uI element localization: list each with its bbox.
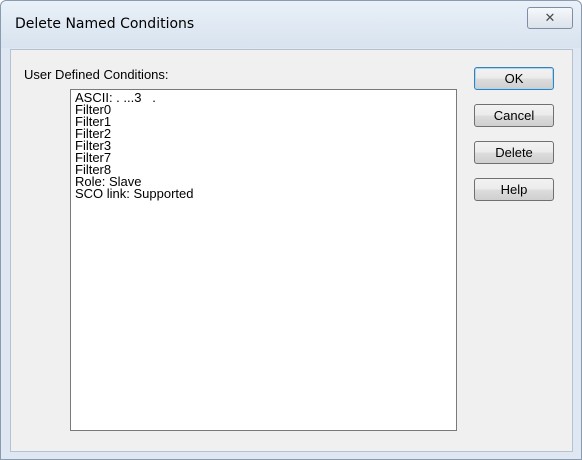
list-item[interactable]: SCO link: Supported: [75, 187, 452, 200]
cancel-button[interactable]: Cancel: [474, 104, 554, 127]
list-item[interactable]: Filter0: [75, 103, 452, 116]
conditions-list-label: User Defined Conditions:: [24, 67, 169, 82]
window-title: Delete Named Conditions: [15, 16, 195, 32]
list-item[interactable]: Filter1: [75, 115, 452, 128]
help-button[interactable]: Help: [474, 178, 554, 201]
dialog-window: Delete Named Conditions ✕ User Defined C…: [0, 0, 582, 460]
delete-button[interactable]: Delete: [474, 141, 554, 164]
dialog-client-area: User Defined Conditions: ASCII: . ...3 .…: [10, 49, 573, 452]
close-button[interactable]: ✕: [527, 7, 573, 29]
conditions-listbox[interactable]: ASCII: . ...3 . Filter0 Filter1 Filter2 …: [70, 89, 457, 431]
list-item[interactable]: ASCII: . ...3 .: [75, 91, 452, 104]
close-icon: ✕: [544, 10, 556, 26]
title-bar[interactable]: Delete Named Conditions ✕: [1, 1, 581, 48]
list-item[interactable]: Filter2: [75, 127, 452, 140]
ok-button[interactable]: OK: [474, 67, 554, 90]
list-item[interactable]: Filter3: [75, 139, 452, 152]
list-item[interactable]: Filter7: [75, 151, 452, 164]
